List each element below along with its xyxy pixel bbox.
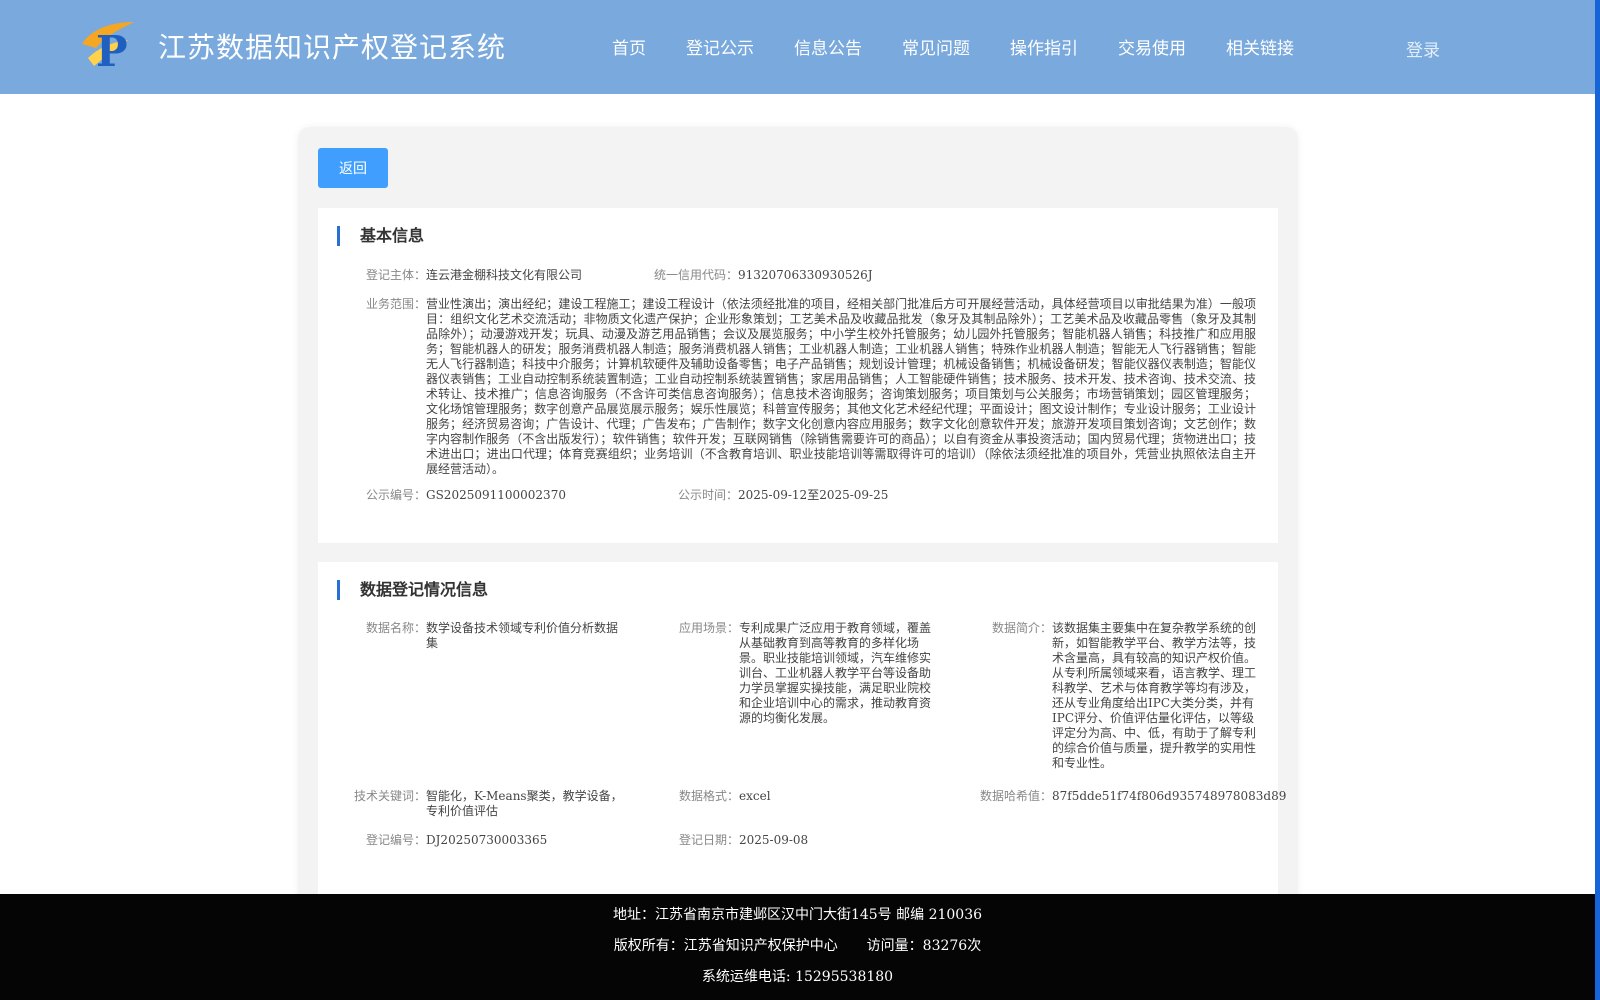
window-edge-strip [1595,0,1600,1000]
field-label: 登记编号： [365,833,426,847]
top-header: P 江苏数据知识产权登记系统 首页 登记公示 信息公告 常见问题 操作指引 交易… [0,0,1595,94]
nav-faq[interactable]: 常见问题 [902,34,970,60]
field-label: 技术关键词： [353,789,426,803]
footer-address: 地址：江苏省南京市建邺区汉中门大街145号 邮编 210036 [612,907,983,923]
nav-registration-notice[interactable]: 登记公示 [686,34,754,60]
field-value: 营业性演出；演出经纪；建设工程施工；建设工程设计（依法须经批准的项目，经相关部门… [426,297,1256,476]
field-value: 2025-09-12至2025-09-25 [738,488,889,502]
nav-trade-use[interactable]: 交易使用 [1118,34,1186,60]
field-value: 连云港金棚科技文化有限公司 [426,268,583,282]
ip-logo-icon[interactable]: P [78,18,140,72]
field-data-name: 数据名称： 数学设备技术领域专利价值分析数据集 [366,621,626,651]
back-button[interactable]: 返回 [318,148,388,188]
field-data-hash: 数据哈希值： 87f5dde51f74f806d935748978083d89 [980,789,1287,804]
field-registration-date: 登记日期： 2025-09-08 [679,833,931,848]
field-label: 登记日期： [678,833,739,847]
nav-operation-guide[interactable]: 操作指引 [1010,34,1078,60]
field-label: 统一信用代码： [653,268,738,282]
field-value: DJ20250730003365 [426,833,548,847]
main-nav: 首页 登记公示 信息公告 常见问题 操作指引 交易使用 相关链接 [612,34,1334,60]
site-title[interactable]: 江苏数据知识产权登记系统 [158,26,506,66]
nav-related-links[interactable]: 相关链接 [1226,34,1294,60]
field-label: 公示编号： [365,488,426,502]
footer-visit-count: 访问量：83276次 [866,938,982,954]
field-label: 数据格式： [678,789,739,803]
field-notice-no: 公示编号： GS2025091100002370 [366,488,686,503]
site-footer: 地址：江苏省南京市建邺区汉中门大街145号 邮编 210036 版权所有：江苏省… [0,894,1595,1000]
field-label: 数据简介： [991,621,1052,635]
section-title-basic-info: 基本信息 [337,226,424,246]
footer-copyright: 版权所有：江苏省知识产权保护中心 [613,938,838,954]
svg-text:P: P [96,27,128,72]
field-label: 业务范围： [365,297,426,311]
field-label: 应用场景： [678,621,739,635]
login-link[interactable]: 登录 [1406,36,1440,61]
field-notice-time: 公示时间： 2025-09-12至2025-09-25 [678,488,998,503]
field-tech-keywords: 技术关键词： 智能化，K-Means聚类，教学设备，专利价值评估 [354,789,626,819]
field-data-intro: 数据简介： 该数据集主要集中在复杂教学系统的创新，如智能教学平台、教学方法等，技… [992,621,1257,771]
field-business-scope: 业务范围： 营业性演出；演出经纪；建设工程施工；建设工程设计（依法须经批准的项目… [366,297,1256,477]
field-label: 数据哈希值： [979,789,1052,803]
field-value: GS2025091100002370 [426,488,566,502]
field-value: 智能化，K-Means聚类，教学设备，专利价值评估 [426,789,623,818]
detail-card: 返回 基本信息 登记主体： 连云港金棚科技文化有限公司 统一信用代码： 9132… [298,127,1298,907]
field-label: 公示时间： [677,488,738,502]
footer-copyright-row: 版权所有：江苏省知识产权保护中心 访问量：83276次 [0,935,1595,955]
footer-phone: 系统运维电话: 15295538180 [701,969,894,985]
field-value: 数学设备技术领域专利价值分析数据集 [426,621,619,650]
field-application-scene: 应用场景： 专利成果广泛应用于教育领域，覆盖从基础教育到高等教育的多样化场景。职… [679,621,932,726]
field-registration-no: 登记编号： DJ20250730003365 [366,833,626,848]
field-value: 87f5dde51f74f806d935748978083d89 [1052,789,1287,803]
field-subject: 登记主体： 连云港金棚科技文化有限公司 [366,268,626,283]
field-value: 91320706330930526J [738,268,873,282]
field-value: 2025-09-08 [739,833,809,847]
field-value: 专利成果广泛应用于教育领域，覆盖从基础教育到高等教育的多样化场景。职业技能培训领… [739,621,932,725]
field-label: 数据名称： [365,621,426,635]
nav-home[interactable]: 首页 [612,34,646,60]
field-credit-code: 统一信用代码： 91320706330930526J [654,268,938,283]
section-title-data-registration: 数据登记情况信息 [337,580,488,600]
field-value: 该数据集主要集中在复杂教学系统的创新，如智能教学平台、教学方法等，技术含量高，具… [1052,621,1257,770]
basic-info-panel: 基本信息 登记主体： 连云港金棚科技文化有限公司 统一信用代码： 9132070… [318,208,1278,543]
field-data-format: 数据格式： excel [679,789,931,804]
field-value: excel [739,789,771,803]
data-registration-panel: 数据登记情况信息 数据名称： 数学设备技术领域专利价值分析数据集 应用场景： 专… [318,562,1287,907]
field-label: 登记主体： [365,268,426,282]
nav-info-announcement[interactable]: 信息公告 [794,34,862,60]
